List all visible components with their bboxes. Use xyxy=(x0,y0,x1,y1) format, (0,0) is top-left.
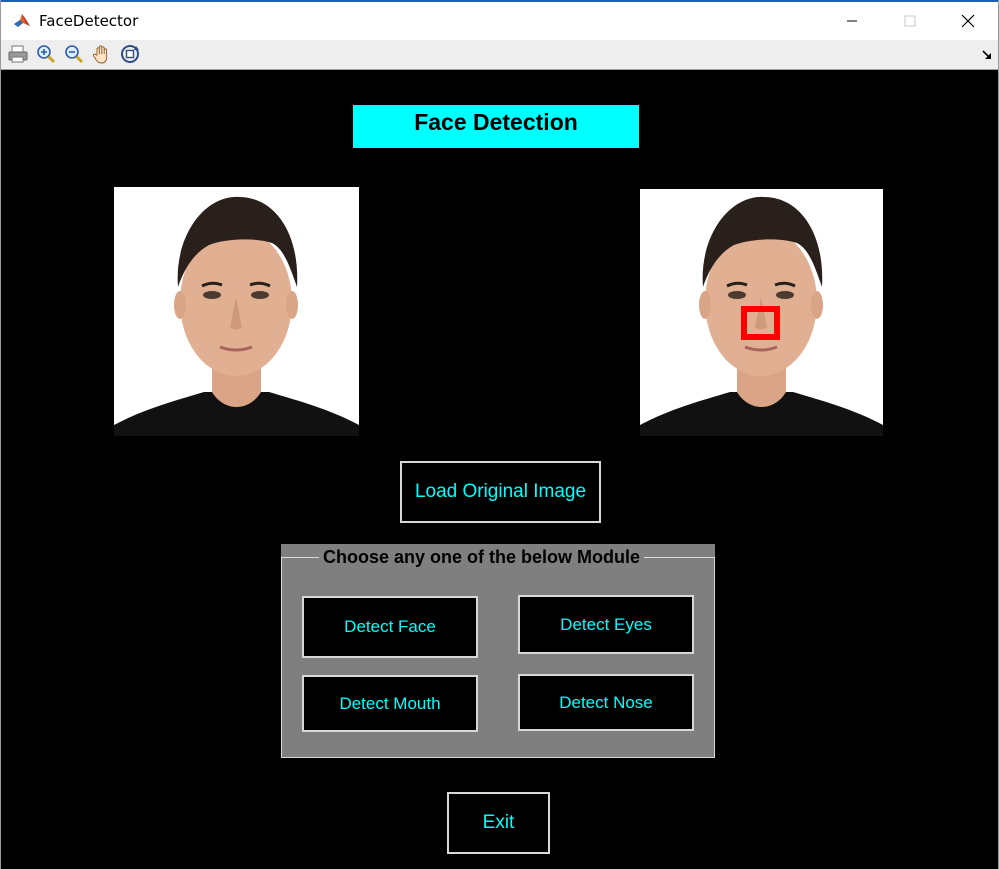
exit-button[interactable]: Exit xyxy=(447,792,550,854)
detect-eyes-label: Detect Eyes xyxy=(560,614,652,634)
detect-face-button[interactable]: Detect Face xyxy=(302,596,478,658)
module-panel: Choose any one of the below Module Detec… xyxy=(281,544,715,758)
module-panel-title: Choose any one of the below Module xyxy=(319,547,645,568)
maximize-button[interactable] xyxy=(881,2,939,40)
minimize-button[interactable] xyxy=(823,2,881,40)
pan-hand-icon[interactable] xyxy=(91,43,113,65)
close-button[interactable] xyxy=(939,2,997,40)
figure-toolbar xyxy=(1,40,998,70)
close-icon xyxy=(961,14,975,28)
load-original-image-label: Load Original Image xyxy=(414,481,587,502)
figure-canvas: Face Detection Load Original Image Choos… xyxy=(1,71,998,869)
title-bar[interactable]: FaceDetector xyxy=(1,0,998,40)
detect-nose-label: Detect Nose xyxy=(559,692,653,712)
minimize-icon xyxy=(847,20,857,22)
detect-nose-button[interactable]: Detect Nose xyxy=(518,674,694,731)
page-title: Face Detection xyxy=(414,109,578,135)
detect-mouth-label: Detect Mouth xyxy=(339,693,441,713)
header-banner: Face Detection xyxy=(353,105,639,148)
rotate-3d-icon[interactable] xyxy=(119,43,141,65)
app-window: FaceDetector Face Detection Load Origina… xyxy=(0,0,999,869)
load-original-image-button[interactable]: Load Original Image xyxy=(400,461,601,523)
original-image xyxy=(114,187,359,436)
exit-label: Exit xyxy=(482,812,515,833)
window-title: FaceDetector xyxy=(39,12,139,30)
detect-eyes-button[interactable]: Detect Eyes xyxy=(518,595,694,654)
face-portrait-image xyxy=(114,187,359,436)
zoom-in-icon[interactable] xyxy=(35,43,57,65)
detect-mouth-button[interactable]: Detect Mouth xyxy=(302,675,478,732)
zoom-out-icon[interactable] xyxy=(63,43,85,65)
face-portrait-detected-image xyxy=(640,189,883,436)
matlab-logo-icon xyxy=(13,12,31,30)
dock-arrow-icon[interactable] xyxy=(981,49,993,61)
detect-face-label: Detect Face xyxy=(344,617,436,636)
print-icon[interactable] xyxy=(7,43,29,65)
maximize-icon xyxy=(904,15,916,27)
detected-image xyxy=(640,189,883,436)
